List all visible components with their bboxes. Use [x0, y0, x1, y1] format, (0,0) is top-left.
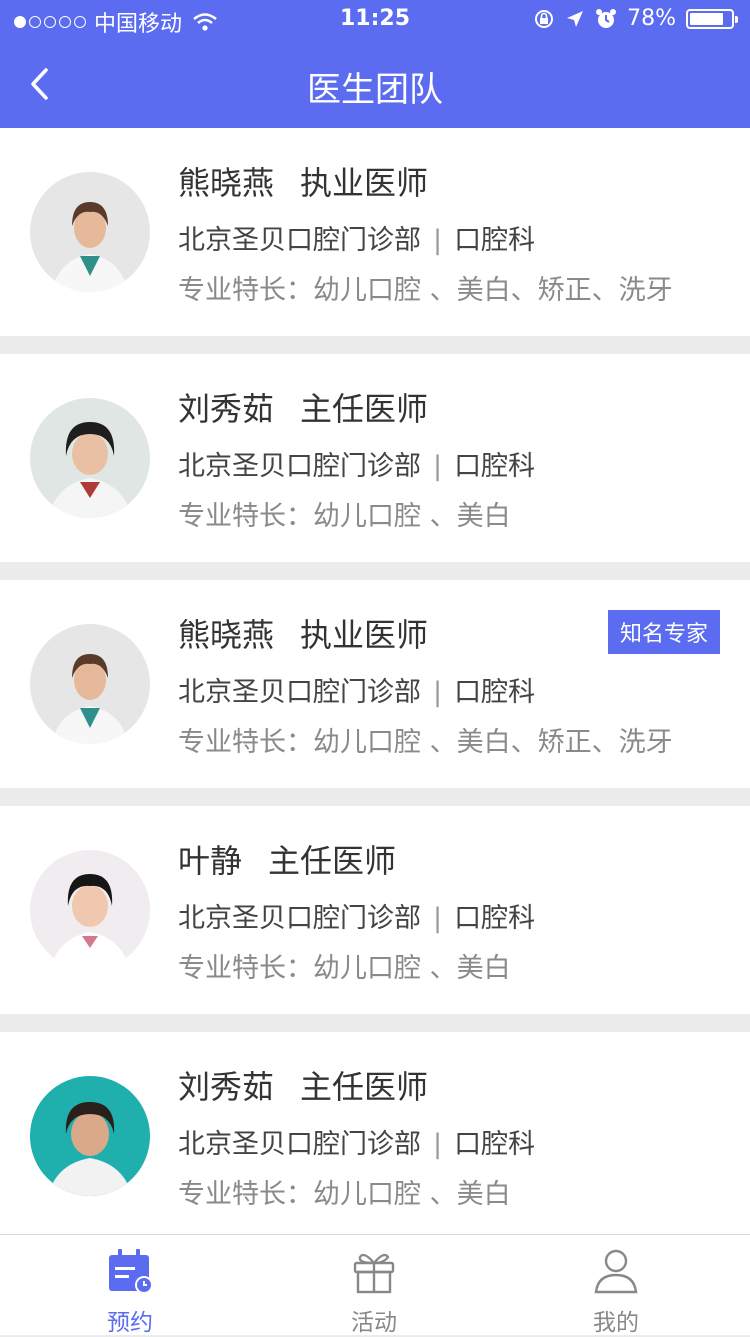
- doctor-rank: 执业医师: [300, 616, 429, 654]
- tab-activity[interactable]: 活动: [314, 1247, 434, 1337]
- doctor-specialty: 专业特长：幼儿口腔 、美白: [178, 953, 511, 984]
- doctor-name-line: 刘秀茹 主任医师: [178, 384, 428, 430]
- status-bar: 中国移动 11:25 78%: [0, 0, 750, 40]
- doctor-card[interactable]: 刘秀茹 主任医师 北京圣贝口腔门诊部 | 口腔科 专业特长：幼儿口腔 、美白: [0, 354, 750, 562]
- divider: |: [433, 225, 443, 256]
- tab-label: 我的: [593, 1310, 639, 1336]
- department: 口腔科: [454, 677, 536, 708]
- doctor-avatar: [30, 172, 150, 292]
- tab-mine[interactable]: 我的: [556, 1247, 676, 1337]
- doctor-clinic-line: 北京圣贝口腔门诊部 | 口腔科: [178, 670, 535, 709]
- divider: |: [433, 1129, 443, 1160]
- doctor-avatar: [30, 850, 150, 970]
- clinic-name: 北京圣贝口腔门诊部: [178, 1129, 421, 1160]
- page-title: 医生团队: [307, 70, 443, 110]
- tab-label: 活动: [351, 1310, 397, 1336]
- department: 口腔科: [454, 451, 536, 482]
- alarm-icon: [596, 8, 617, 28]
- doctor-specialty: 专业特长：幼儿口腔 、美白、矫正、洗牙: [178, 275, 673, 306]
- divider: |: [433, 677, 443, 708]
- gift-icon: [353, 1253, 395, 1294]
- battery-icon: [686, 8, 738, 29]
- doctor-list: 熊晓燕 执业医师 北京圣贝口腔门诊部 | 口腔科 专业特长：幼儿口腔 、美白、矫正、洗…: [0, 128, 750, 1258]
- department: 口腔科: [454, 903, 536, 934]
- nav-bar: 医生团队: [0, 40, 750, 128]
- doctor-name: 刘秀茹: [178, 1068, 275, 1106]
- doctor-clinic-line: 北京圣贝口腔门诊部 | 口腔科: [178, 444, 535, 483]
- doctor-name: 熊晓燕: [178, 616, 275, 654]
- doctor-clinic-line: 北京圣贝口腔门诊部 | 口腔科: [178, 218, 535, 257]
- clinic-name: 北京圣贝口腔门诊部: [178, 451, 421, 482]
- doctor-name-line: 熊晓燕 执业医师: [178, 610, 428, 656]
- doctor-card[interactable]: 熊晓燕 执业医师 知名专家 北京圣贝口腔门诊部 | 口腔科 专业特长：幼儿口腔 、美白…: [0, 580, 750, 788]
- expert-badge: 知名专家: [607, 610, 720, 654]
- doctor-specialty: 专业特长：幼儿口腔 、美白: [178, 501, 511, 532]
- doctor-card[interactable]: 刘秀茹 主任医师 北京圣贝口腔门诊部 | 口腔科 专业特长：幼儿口腔 、美白: [0, 1032, 750, 1240]
- divider: |: [433, 903, 443, 934]
- clinic-name: 北京圣贝口腔门诊部: [178, 677, 421, 708]
- doctor-specialty: 专业特长：幼儿口腔 、美白: [178, 1179, 511, 1210]
- department: 口腔科: [454, 1129, 536, 1160]
- doctor-avatar: [30, 398, 150, 518]
- clinic-name: 北京圣贝口腔门诊部: [178, 903, 421, 934]
- calendar-icon: [109, 1249, 153, 1294]
- tab-label: 预约: [107, 1310, 153, 1336]
- doctor-name: 刘秀茹: [178, 390, 275, 428]
- doctor-name-line: 熊晓燕 执业医师: [178, 158, 428, 204]
- user-icon: [594, 1249, 638, 1294]
- tab-appointment[interactable]: 预约: [70, 1247, 190, 1337]
- battery-percent: 78%: [627, 6, 676, 31]
- doctor-card[interactable]: 熊晓燕 执业医师 北京圣贝口腔门诊部 | 口腔科 专业特长：幼儿口腔 、美白、矫正、洗…: [0, 128, 750, 336]
- department: 口腔科: [454, 225, 536, 256]
- orientation-lock-icon: [535, 9, 554, 28]
- doctor-rank: 主任医师: [268, 842, 397, 880]
- doctor-specialty: 专业特长：幼儿口腔 、美白、矫正、洗牙: [178, 727, 673, 758]
- doctor-avatar: [30, 624, 150, 744]
- doctor-name: 熊晓燕: [178, 164, 275, 202]
- clinic-name: 北京圣贝口腔门诊部: [178, 225, 421, 256]
- doctor-rank: 主任医师: [300, 1068, 429, 1106]
- top-bar: 中国移动 11:25 78% 医生团队: [0, 0, 750, 128]
- doctor-name: 叶静: [178, 842, 243, 880]
- doctor-name-line: 叶静 主任医师: [178, 836, 396, 882]
- tab-bar: 预约 活动 我的: [0, 1234, 750, 1337]
- divider: |: [433, 451, 443, 482]
- location-arrow-icon: [567, 10, 584, 27]
- doctor-clinic-line: 北京圣贝口腔门诊部 | 口腔科: [178, 896, 535, 935]
- doctor-clinic-line: 北京圣贝口腔门诊部 | 口腔科: [178, 1122, 535, 1161]
- doctor-name-line: 刘秀茹 主任医师: [178, 1062, 428, 1108]
- doctor-card[interactable]: 叶静 主任医师 北京圣贝口腔门诊部 | 口腔科 专业特长：幼儿口腔 、美白: [0, 806, 750, 1014]
- doctor-rank: 执业医师: [300, 164, 429, 202]
- doctor-rank: 主任医师: [300, 390, 429, 428]
- doctor-avatar: [30, 1076, 150, 1196]
